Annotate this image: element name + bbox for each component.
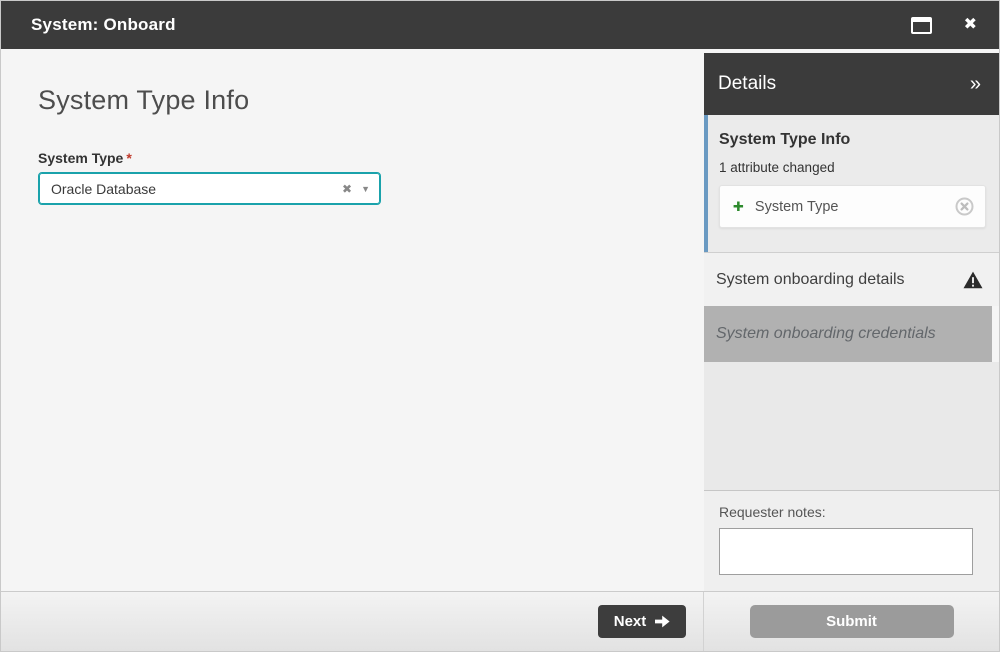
system-type-label-text: System Type xyxy=(38,150,123,166)
requester-notes-section: Requester notes: xyxy=(704,490,999,591)
attribute-added-icon: ✚ xyxy=(733,199,744,215)
next-button[interactable]: Next xyxy=(598,605,686,638)
system-type-label: System Type* xyxy=(38,150,132,166)
nav-credentials-label: System onboarding credentials xyxy=(716,325,936,343)
changed-attribute-item: ✚ System Type xyxy=(719,185,986,228)
warning-icon xyxy=(963,271,983,289)
chevron-down-icon[interactable]: ▼ xyxy=(361,184,370,194)
details-title: Details xyxy=(718,73,776,95)
close-icon[interactable]: ✖ xyxy=(964,17,977,33)
changed-attribute-label: System Type xyxy=(755,199,839,215)
onboard-modal: System: Onboard ✖ System Type Info Syste… xyxy=(0,0,1000,652)
maximize-icon[interactable] xyxy=(911,17,932,34)
main-panel: System Type Info System Type* Oracle Dat… xyxy=(1,49,704,591)
details-sidebar: Details » System Type Info 1 attribute c… xyxy=(704,49,999,591)
footer-bar: Next Submit xyxy=(1,591,999,651)
nav-system-onboarding-credentials[interactable]: System onboarding credentials xyxy=(704,306,992,362)
nav-details-label: System onboarding details xyxy=(716,271,905,289)
changes-summary: 1 attribute changed xyxy=(719,160,986,175)
required-marker: * xyxy=(126,150,131,166)
submit-button[interactable]: Submit xyxy=(750,605,954,638)
details-header: Details » xyxy=(704,53,999,115)
next-button-label: Next xyxy=(614,613,647,630)
footer-main-section: Next xyxy=(1,592,704,651)
footer-sidebar-section: Submit xyxy=(704,592,999,651)
arrow-right-icon xyxy=(655,615,670,628)
collapse-sidebar-icon[interactable]: » xyxy=(970,73,981,96)
system-type-select[interactable]: Oracle Database ✖ ▼ xyxy=(38,172,381,205)
changes-section-title: System Type Info xyxy=(719,131,986,149)
page-title: System Type Info xyxy=(38,85,704,116)
clear-selection-icon[interactable]: ✖ xyxy=(338,182,356,196)
window-title: System: Onboard xyxy=(31,15,176,35)
system-type-field: System Type* Oracle Database ✖ ▼ xyxy=(38,150,704,205)
revert-change-icon[interactable] xyxy=(955,197,974,216)
system-type-selected-value: Oracle Database xyxy=(51,181,338,197)
titlebar: System: Onboard ✖ xyxy=(1,1,999,49)
requester-notes-input[interactable] xyxy=(719,528,973,575)
changed-attributes-section: System Type Info 1 attribute changed ✚ S… xyxy=(704,115,999,252)
window-controls: ✖ xyxy=(911,17,977,34)
requester-notes-label: Requester notes: xyxy=(719,504,999,520)
nav-system-onboarding-details[interactable]: System onboarding details xyxy=(704,252,999,306)
sidebar-empty-area xyxy=(704,362,999,490)
